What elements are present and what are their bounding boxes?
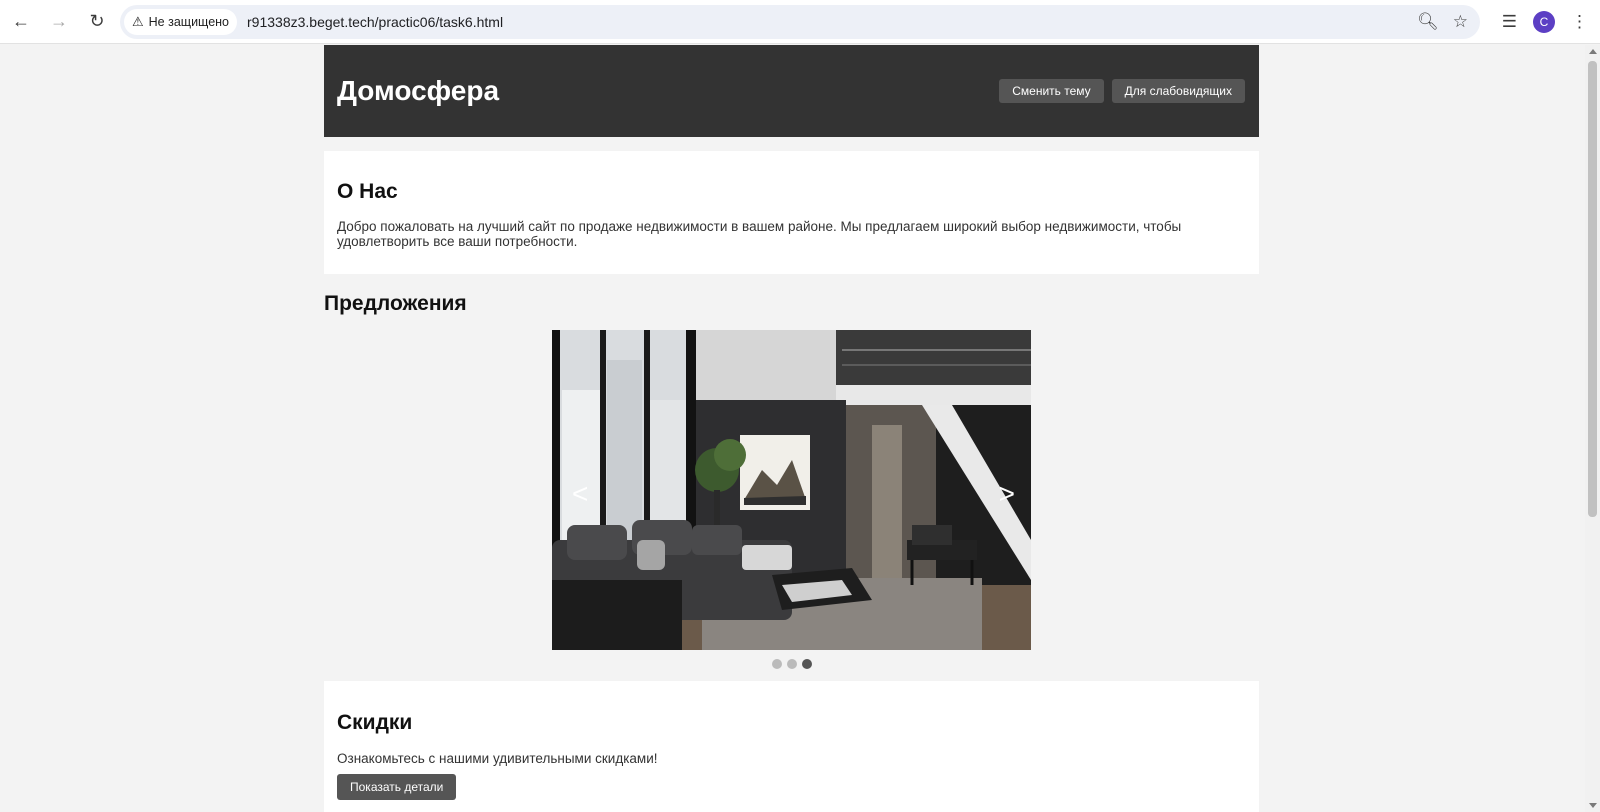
accessibility-button[interactable]: Для слабовидящих bbox=[1111, 79, 1245, 103]
slider-dots bbox=[772, 659, 812, 669]
slider-dot-2[interactable] bbox=[787, 659, 797, 669]
browser-toolbar: ← → ↻ ⚠ Не защищено r91338z3.beget.tech/… bbox=[0, 0, 1600, 44]
arrow-right-icon: → bbox=[50, 11, 68, 31]
discounts-section: Скидки Ознакомьтесь с нашими удивительны… bbox=[324, 681, 1259, 812]
discounts-text: Ознакомьтесь с нашими удивительными скид… bbox=[337, 751, 658, 766]
site-header: Домосфера Сменить тему Для слабовидящих bbox=[324, 45, 1259, 137]
slide-image-living-room bbox=[552, 330, 1031, 650]
reload-button[interactable]: ↻ bbox=[80, 5, 114, 39]
bookmark-star-icon[interactable]: ☆ bbox=[1453, 12, 1468, 32]
reload-icon: ↻ bbox=[89, 11, 105, 31]
media-queue-icon[interactable]: ☰ bbox=[1502, 12, 1517, 32]
zoom-icon[interactable]: 🔍︎ bbox=[1417, 12, 1439, 32]
discounts-title: Скидки bbox=[337, 711, 413, 734]
slider-next-button[interactable]: > bbox=[999, 480, 1015, 508]
about-text: Добро пожаловать на лучший сайт по прода… bbox=[337, 219, 1182, 249]
about-section: О Нас Добро пожаловать на лучший сайт по… bbox=[324, 151, 1259, 274]
forward-button[interactable]: → bbox=[42, 5, 76, 39]
back-button[interactable]: ← bbox=[4, 5, 38, 39]
more-menu-icon[interactable]: ⋮ bbox=[1571, 12, 1588, 32]
address-bar[interactable]: ⚠ Не защищено r91338z3.beget.tech/practi… bbox=[120, 5, 1480, 39]
security-chip[interactable]: ⚠ Не защищено bbox=[124, 9, 238, 35]
scroll-up-arrow-icon[interactable] bbox=[1589, 49, 1597, 54]
offers-title: Предложения bbox=[324, 292, 467, 315]
slider-dot-3[interactable] bbox=[802, 659, 812, 669]
about-title: О Нас bbox=[337, 180, 398, 203]
warning-icon: ⚠ bbox=[132, 14, 144, 29]
slider-prev-button[interactable]: < bbox=[572, 480, 588, 508]
scrollbar-thumb[interactable] bbox=[1588, 61, 1597, 517]
change-theme-button[interactable]: Сменить тему bbox=[999, 79, 1104, 103]
scroll-down-arrow-icon[interactable] bbox=[1589, 803, 1597, 808]
header-buttons: Сменить тему Для слабовидящих bbox=[999, 79, 1245, 103]
arrow-left-icon: ← bbox=[12, 11, 30, 31]
site-logo[interactable]: Домосфера bbox=[337, 75, 499, 107]
url-text[interactable]: r91338z3.beget.tech/practic06/task6.html bbox=[247, 14, 503, 30]
page-viewport: Домосфера Сменить тему Для слабовидящих … bbox=[0, 45, 1585, 812]
site-container: Домосфера Сменить тему Для слабовидящих … bbox=[324, 45, 1259, 812]
security-label: Не защищено bbox=[148, 15, 230, 29]
slider-dot-1[interactable] bbox=[772, 659, 782, 669]
page-scrollbar[interactable] bbox=[1585, 45, 1600, 812]
offers-slider: < > bbox=[552, 330, 1031, 650]
profile-avatar[interactable]: C bbox=[1533, 11, 1555, 33]
show-details-button[interactable]: Показать детали bbox=[337, 774, 457, 800]
